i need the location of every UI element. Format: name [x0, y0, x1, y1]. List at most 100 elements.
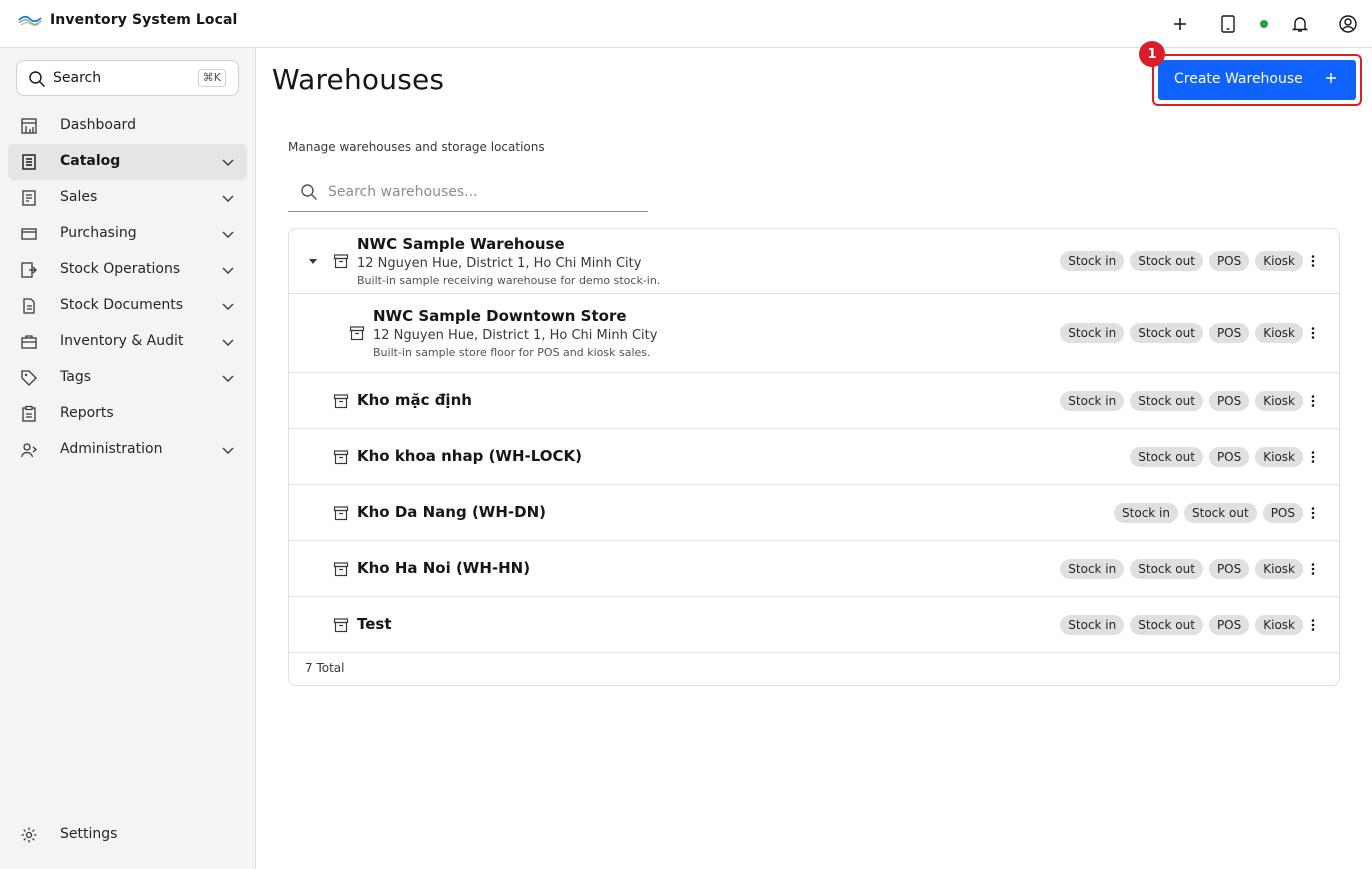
top-bar: Inventory System Local	[0, 0, 1372, 48]
tag-stock-out: Stock out	[1130, 251, 1203, 271]
overflow-menu-icon[interactable]	[1305, 449, 1321, 465]
chevron-down-icon	[222, 267, 234, 274]
archive-icon	[349, 326, 365, 341]
search-icon	[29, 71, 45, 87]
sidebar-item-label: Inventory & Audit	[60, 333, 184, 349]
plus-icon[interactable]	[1168, 12, 1192, 36]
chevron-down-icon	[222, 159, 234, 166]
overflow-menu-icon[interactable]	[1305, 561, 1321, 577]
tablet-icon[interactable]	[1216, 12, 1240, 36]
warehouse-name: Kho Da Nang (WH-DN)	[357, 503, 546, 521]
tag-pos: POS	[1262, 503, 1303, 523]
sidebar-item-stock-documents[interactable]: Stock Documents	[8, 288, 247, 324]
archive-icon	[333, 506, 349, 521]
sidebar-item-label: Stock Operations	[60, 261, 181, 277]
sidebar-item-label: Stock Documents	[60, 297, 184, 313]
sidebar-item-tags[interactable]: Tags	[8, 360, 247, 396]
tag-kiosk: Kiosk	[1255, 391, 1303, 411]
table-row[interactable]: NWC Sample Warehouse 12 Nguyen Hue, Dist…	[289, 229, 1339, 294]
overflow-menu-icon[interactable]	[1305, 393, 1321, 409]
briefcase-icon	[21, 335, 37, 349]
table-row[interactable]: NWC Sample Downtown Store 12 Nguyen Hue,…	[289, 294, 1339, 373]
sidebar-item-sales[interactable]: Sales	[8, 180, 247, 216]
warehouse-name: NWC Sample Downtown Store	[373, 307, 627, 325]
sidebar-item-settings[interactable]: Settings	[8, 817, 247, 853]
warehouse-description: Built-in sample store floor for POS and …	[373, 346, 651, 359]
chevron-down-icon	[222, 231, 234, 238]
table-row[interactable]: Test Stock in Stock out POS Kiosk	[289, 597, 1339, 653]
sidebar-item-administration[interactable]: Administration	[8, 432, 247, 468]
sidebar: Search ⌘K Dashboard Catalog Sales Purcha…	[0, 48, 256, 869]
plus-icon	[1326, 73, 1336, 83]
warehouse-tags: Stock in Stock out POS Kiosk	[1060, 391, 1303, 411]
chevron-down-icon	[222, 195, 234, 202]
tag-pos: POS	[1208, 391, 1250, 411]
chevron-down-icon	[222, 375, 234, 382]
overflow-menu-icon[interactable]	[1305, 325, 1321, 341]
app-logo-icon[interactable]	[17, 11, 43, 31]
total-count: 7 Total	[305, 661, 345, 675]
archive-icon	[333, 562, 349, 577]
sidebar-item-reports[interactable]: Reports	[8, 396, 247, 432]
warehouse-tags: Stock in Stock out POS Kiosk	[1060, 251, 1303, 271]
document-icon	[23, 298, 35, 314]
tag-stock-in: Stock in	[1060, 251, 1125, 271]
warehouse-tags: Stock in Stock out POS Kiosk	[1060, 323, 1303, 343]
tag-stock-out: Stock out	[1130, 323, 1203, 343]
tag-pos: POS	[1208, 559, 1250, 579]
report-icon	[22, 405, 36, 422]
tag-stock-in: Stock in	[1114, 503, 1178, 523]
warehouse-search-input[interactable]	[328, 182, 628, 202]
create-warehouse-button[interactable]: Create Warehouse	[1158, 60, 1356, 100]
bell-icon[interactable]	[1288, 12, 1312, 36]
table-row[interactable]: Kho Ha Noi (WH-HN) Stock in Stock out PO…	[289, 541, 1339, 597]
chevron-down-icon	[222, 339, 234, 346]
tag-pos: POS	[1208, 323, 1250, 343]
sidebar-search-label: Search	[53, 70, 102, 86]
tag-stock-in: Stock in	[1060, 391, 1125, 411]
tag-stock-in: Stock in	[1060, 559, 1125, 579]
warehouse-address: 12 Nguyen Hue, District 1, Ho Chi Minh C…	[373, 328, 658, 343]
user-avatar-icon[interactable]	[1336, 12, 1360, 36]
sidebar-item-label: Administration	[60, 441, 163, 457]
archive-icon	[333, 618, 349, 633]
tag-stock-out: Stock out	[1130, 447, 1203, 467]
overflow-menu-icon[interactable]	[1305, 505, 1321, 521]
tag-pos: POS	[1208, 251, 1250, 271]
chevron-down-icon	[222, 303, 234, 310]
page-subtitle: Manage warehouses and storage locations	[288, 140, 545, 154]
tag-stock-in: Stock in	[1060, 615, 1125, 635]
tag-kiosk: Kiosk	[1255, 447, 1303, 467]
sidebar-search[interactable]: Search ⌘K	[16, 60, 239, 96]
sidebar-item-dashboard[interactable]: Dashboard	[8, 108, 247, 144]
warehouse-table: NWC Sample Warehouse 12 Nguyen Hue, Dist…	[288, 228, 1340, 686]
warehouse-search	[288, 172, 648, 212]
search-shortcut: ⌘K	[197, 69, 226, 87]
tag-stock-out: Stock out	[1130, 391, 1203, 411]
warehouse-name: Kho mặc định	[357, 391, 472, 409]
table-row[interactable]: Kho Da Nang (WH-DN) Stock in Stock out P…	[289, 485, 1339, 541]
tag-kiosk: Kiosk	[1255, 615, 1303, 635]
overflow-menu-icon[interactable]	[1305, 617, 1321, 633]
sidebar-item-inventory-audit[interactable]: Inventory & Audit	[8, 324, 247, 360]
warehouse-name: Kho Ha Noi (WH-HN)	[357, 559, 531, 577]
sidebar-item-stock-operations[interactable]: Stock Operations	[8, 252, 247, 288]
table-row[interactable]: Kho mặc định Stock in Stock out POS Kios…	[289, 373, 1339, 429]
warehouse-tags: Stock out POS Kiosk	[1130, 447, 1303, 467]
sidebar-item-label: Dashboard	[60, 117, 136, 133]
sidebar-item-catalog[interactable]: Catalog	[8, 144, 247, 180]
catalog-icon	[22, 154, 36, 170]
tag-kiosk: Kiosk	[1255, 559, 1303, 579]
create-warehouse-label: Create Warehouse	[1174, 71, 1303, 87]
credit-card-icon	[21, 228, 37, 240]
tag-stock-in: Stock in	[1060, 323, 1125, 343]
sidebar-item-label: Purchasing	[60, 225, 137, 241]
caret-down-icon[interactable]	[308, 256, 318, 266]
archive-icon	[333, 394, 349, 409]
table-row[interactable]: Kho khoa nhap (WH-LOCK) Stock out POS Ki…	[289, 429, 1339, 485]
search-icon	[301, 184, 317, 200]
sidebar-item-purchasing[interactable]: Purchasing	[8, 216, 247, 252]
overflow-menu-icon[interactable]	[1305, 253, 1321, 269]
warehouse-name: Test	[357, 615, 392, 633]
sidebar-item-label: Catalog	[60, 153, 121, 169]
